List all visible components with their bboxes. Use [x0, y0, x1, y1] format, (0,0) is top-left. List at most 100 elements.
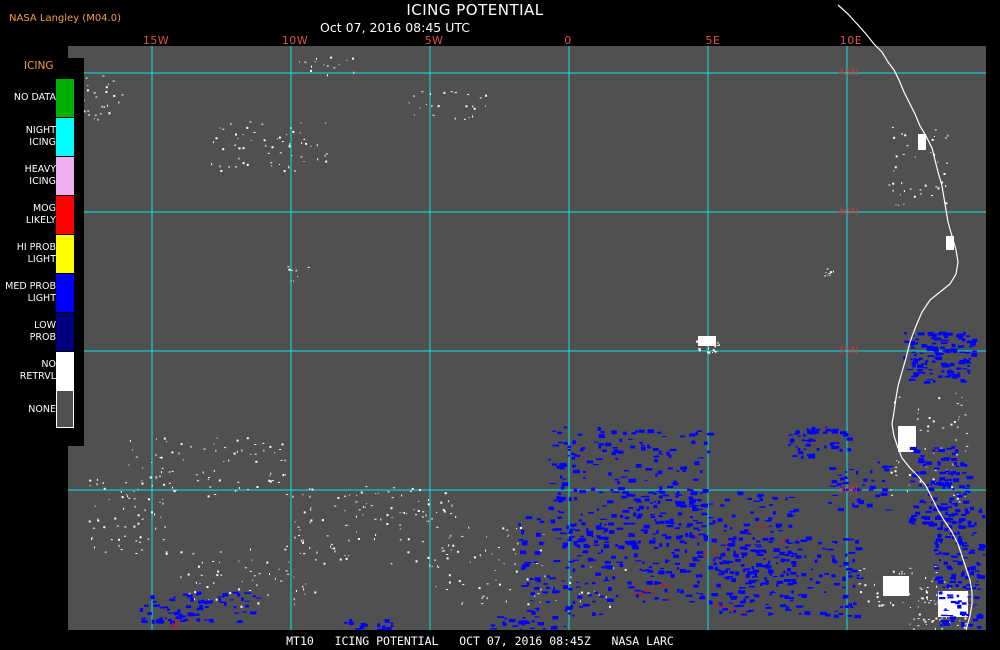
med-prob-light-pixel: [733, 536, 737, 540]
med-prob-light-pixel: [669, 448, 677, 452]
med-prob-light-pixel: [692, 507, 699, 512]
med-prob-light-pixel: [853, 602, 857, 605]
no-retrieval-pixel: [161, 467, 164, 469]
med-prob-light-pixel: [654, 597, 659, 600]
no-retrieval-pixel: [333, 547, 336, 550]
med-prob-light-pixel: [913, 372, 920, 377]
no-retrieval-pixel: [112, 80, 115, 82]
med-prob-light-pixel: [753, 594, 759, 597]
med-prob-light-pixel: [951, 458, 957, 461]
med-prob-light-pixel: [970, 506, 974, 511]
med-prob-light-pixel: [921, 455, 924, 458]
no-retrieval-pixel: [244, 567, 247, 569]
med-prob-light-pixel: [697, 457, 704, 459]
med-prob-light-pixel: [748, 579, 756, 584]
no-retrieval-pixel: [407, 551, 410, 554]
no-retrieval-pixel: [331, 548, 333, 550]
med-prob-light-pixel: [954, 502, 958, 507]
no-retrieval-pixel: [481, 603, 484, 605]
med-prob-light-pixel: [698, 499, 702, 502]
no-retrieval-pixel: [926, 596, 928, 599]
med-prob-light-pixel: [518, 539, 524, 541]
med-prob-light-pixel: [973, 566, 976, 571]
med-prob-light-pixel: [693, 527, 699, 530]
med-prob-light-pixel: [665, 560, 670, 562]
med-prob-light-pixel: [707, 432, 715, 436]
med-prob-light-pixel: [169, 598, 176, 602]
no-retrieval-pixel: [888, 184, 891, 186]
no-retrieval-pixel: [337, 497, 340, 499]
med-prob-light-pixel: [934, 467, 940, 470]
med-prob-light-pixel: [665, 499, 673, 502]
med-prob-light-pixel: [846, 437, 853, 441]
med-prob-light-pixel: [943, 459, 950, 461]
no-retrieval-pixel: [956, 403, 959, 405]
no-retrieval-pixel: [925, 591, 927, 593]
med-prob-light-pixel: [563, 625, 566, 627]
no-retrieval-pixel: [609, 605, 611, 608]
no-retrieval-pixel: [486, 597, 488, 600]
no-retrieval-pixel: [902, 601, 904, 603]
med-prob-light-pixel: [546, 575, 550, 578]
map-area[interactable]: [68, 46, 986, 630]
med-prob-light-pixel: [886, 465, 893, 468]
med-prob-light-pixel: [967, 596, 974, 598]
no-retrieval-pixel: [901, 133, 903, 135]
no-retrieval-pixel: [250, 548, 251, 551]
med-prob-light-pixel: [885, 509, 892, 511]
no-retrieval-pixel: [246, 437, 249, 440]
med-prob-light-pixel: [583, 470, 586, 473]
no-retrieval-pixel: [375, 493, 377, 494]
no-retrieval-pixel: [140, 549, 143, 551]
no-retrieval-pixel: [895, 466, 898, 468]
med-prob-light-pixel: [497, 616, 504, 618]
no-retrieval-pixel: [486, 536, 488, 538]
med-prob-light-pixel: [168, 618, 172, 622]
no-retrieval-pixel: [901, 182, 903, 185]
no-retrieval-pixel: [288, 145, 291, 148]
med-prob-light-pixel: [818, 574, 823, 578]
no-retrieval-pixel: [199, 583, 201, 585]
med-prob-light-pixel: [750, 549, 757, 552]
no-retrieval-pixel: [234, 166, 237, 168]
med-prob-light-pixel: [975, 584, 979, 586]
no-retrieval-pixel: [876, 592, 879, 595]
no-retrieval-pixel: [526, 578, 529, 581]
med-prob-light-pixel: [653, 546, 659, 549]
med-prob-light-pixel: [755, 517, 760, 522]
med-prob-light-pixel: [938, 591, 943, 595]
med-prob-light-pixel: [666, 543, 669, 547]
med-prob-light-pixel: [724, 498, 731, 502]
no-retrieval-pixel: [162, 502, 164, 505]
no-retrieval-pixel: [294, 536, 296, 539]
med-prob-light-pixel: [759, 549, 767, 553]
no-retrieval-pixel: [346, 59, 348, 61]
med-prob-light-pixel: [778, 529, 783, 532]
med-prob-light-pixel: [667, 485, 674, 488]
med-prob-light-pixel: [773, 548, 780, 552]
med-prob-light-pixel: [978, 544, 985, 546]
med-prob-light-pixel: [848, 603, 853, 606]
med-prob-light-pixel: [950, 618, 955, 623]
no-retrieval-pixel: [356, 494, 358, 496]
med-prob-light-pixel: [789, 510, 797, 513]
med-prob-light-pixel: [944, 608, 947, 610]
no-retrieval-pixel: [956, 454, 959, 456]
med-prob-light-pixel: [606, 598, 614, 602]
no-retrieval-pixel: [302, 541, 304, 544]
med-prob-light-pixel: [157, 618, 163, 621]
med-prob-light-pixel: [956, 509, 960, 512]
med-prob-light-pixel: [982, 554, 986, 556]
no-retrieval-pixel: [908, 484, 910, 486]
no-retrieval-pixel: [917, 618, 920, 620]
med-prob-light-pixel: [222, 593, 229, 597]
med-prob-light-pixel: [844, 476, 847, 479]
med-prob-light-pixel: [657, 500, 661, 504]
med-prob-light-pixel: [940, 346, 945, 350]
no-retrieval-pixel: [953, 494, 955, 496]
no-retrieval-pixel: [352, 57, 354, 60]
no-retrieval-pixel: [302, 585, 304, 588]
med-prob-light-pixel: [599, 536, 605, 540]
no-retrieval-pixel: [238, 560, 240, 562]
med-prob-light-pixel: [549, 483, 557, 485]
